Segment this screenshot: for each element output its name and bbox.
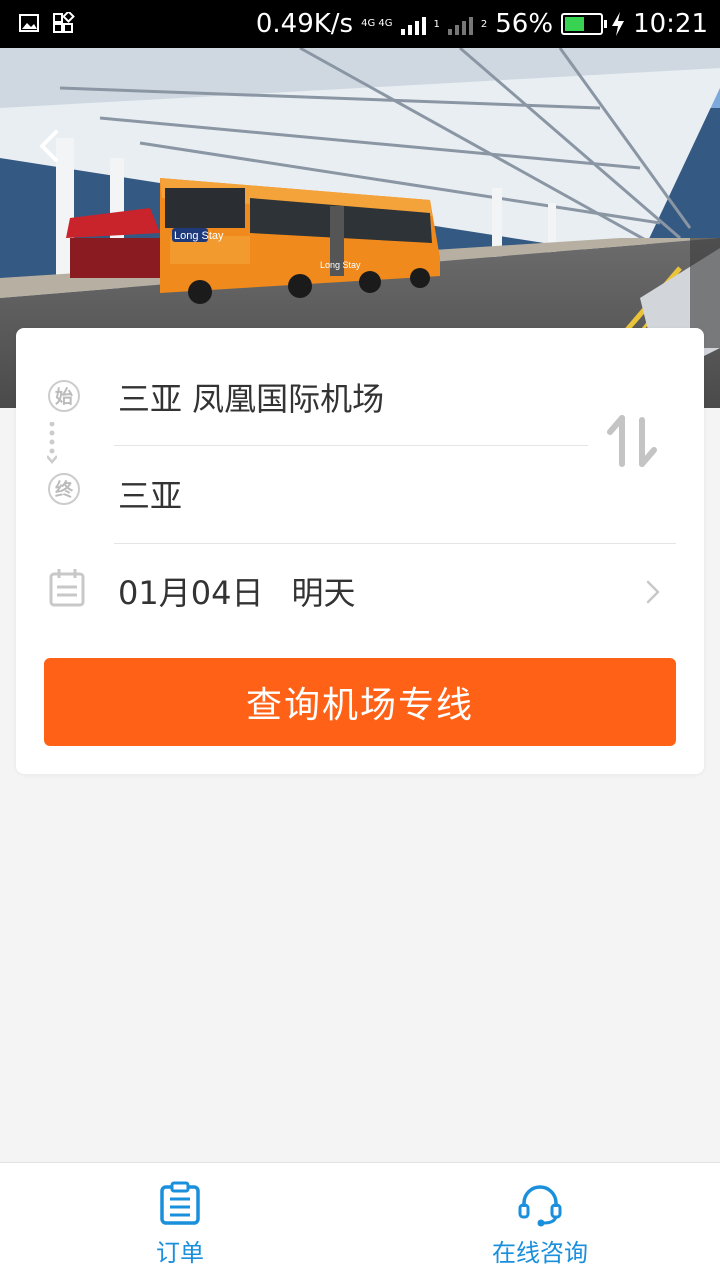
- tab-orders-label: 订单: [156, 1239, 204, 1267]
- tab-online-consult-label: 在线咨询: [492, 1239, 588, 1267]
- status-bar: 0.49K/s 4G 4G 1 2 56% 10:21: [0, 0, 720, 48]
- battery-percent: 56%: [495, 9, 554, 39]
- headset-icon: [518, 1185, 562, 1227]
- date-relative: 明天: [291, 574, 356, 612]
- apps-icon: [53, 12, 75, 33]
- charging-icon: [612, 12, 625, 36]
- gallery-icon: [19, 14, 39, 32]
- order-icon: [160, 1181, 200, 1225]
- back-arrow-icon[interactable]: [30, 126, 70, 166]
- chevron-right-icon[interactable]: [644, 578, 662, 606]
- tab-orders[interactable]: 订单: [80, 1175, 280, 1275]
- sim2-label: 2: [480, 18, 488, 30]
- destination-field[interactable]: 三亚: [118, 471, 182, 517]
- bus-ad-text: Long Stay: [174, 230, 224, 242]
- signal-icon-sim2: [447, 13, 473, 35]
- bus-ad-text-small: Long Stay: [320, 260, 361, 270]
- end-badge-icon: 终: [48, 473, 80, 505]
- route-connector-icon: [47, 422, 57, 464]
- bottom-tab-bar: 订单 在线咨询: [0, 1162, 720, 1281]
- date-picker[interactable]: 01月04日 明天: [118, 568, 355, 614]
- divider: [114, 543, 676, 544]
- swap-icon[interactable]: [602, 414, 662, 470]
- sim1-label: 1: [433, 18, 440, 30]
- date-value: 01月04日: [118, 574, 264, 612]
- search-airport-shuttle-button[interactable]: 查询机场专线: [44, 658, 676, 746]
- network-speed: 0.49K/s: [255, 9, 354, 39]
- divider: [114, 445, 588, 446]
- battery-icon: [561, 13, 608, 35]
- calendar-icon: [49, 569, 85, 607]
- network-type: 4G 4G: [361, 18, 393, 29]
- signal-icon: [400, 13, 426, 35]
- tab-online-consult[interactable]: 在线咨询: [440, 1175, 640, 1275]
- departure-field[interactable]: 三亚 凤凰国际机场: [118, 374, 384, 420]
- start-badge-icon: 始: [48, 380, 80, 412]
- clock: 10:21: [633, 9, 708, 39]
